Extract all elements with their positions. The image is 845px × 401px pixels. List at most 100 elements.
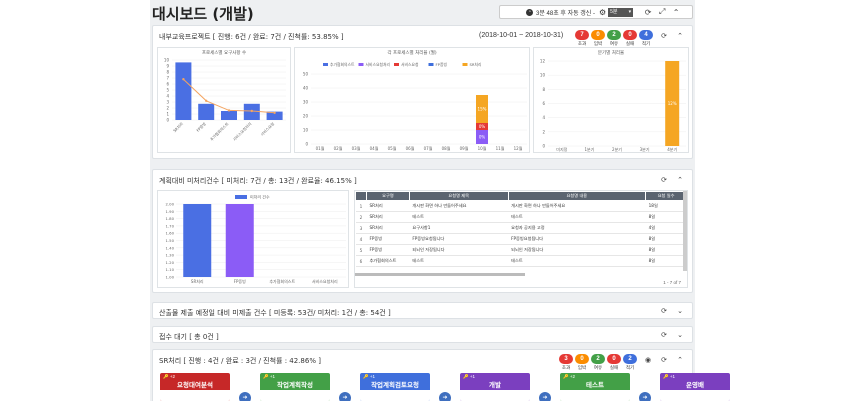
badge-count: 0 [591,30,605,40]
table-cell: SR처리 [366,200,410,212]
status-badge[interactable]: 3 초과 [559,354,573,371]
table-cell: FP증빙 [366,233,410,245]
card-body [560,390,630,401]
chevron-down-icon[interactable]: ⌄ [672,307,688,315]
eye-icon[interactable]: ◉ [640,356,656,364]
table-row[interactable]: 6 추가협회의스트 테스트 테스트 8일 [355,255,687,267]
project-summary: 내부교육프로젝트 [ 진행: 6건 / 완료: 7건 / 진척률: 53.85%… [159,33,344,41]
table-row[interactable]: 3 SR처리 요구사항1 요청자 공지용 고정 4일 [355,222,687,234]
kanban-card[interactable]: 🔑 +1 작업계획작성 [260,373,330,401]
unprocessed-table: 요구명 요청명 제목 요청명 내용 요청 일수 1 SR처리 개시판 화면 하나 만… [354,190,688,288]
chevron-up-icon[interactable]: ⌃ [672,32,688,40]
y-tick-label: 1.30 [166,253,175,258]
status-badge[interactable]: 0 임박 [575,354,589,371]
trend-point [250,109,253,113]
card-title: 작업계획작성 [277,381,313,389]
data-label: 15% [478,107,487,112]
y-tick-label: 7 [166,76,169,81]
x-tick-label: FP증빙 [195,121,207,133]
clock-icon: ◔ [526,8,533,16]
data-label: 12% [668,101,677,106]
refresh-icon[interactable]: ⟳ [656,32,672,40]
x-tick-label: 서비스요청 [259,121,275,137]
dashboard: 대시보드 (개발) ◔ 3분 48초 후 자동 갱신 - ⚙ 5분 ⟳ ⤢ ⌃ … [150,0,730,401]
col-header[interactable]: 요청명 내용 [507,191,647,201]
status-badge[interactable]: 0 임박 [591,30,605,47]
expand-icon[interactable]: ⤢ [655,7,669,17]
legend-label: FP증빙 [436,62,448,67]
interval-select[interactable]: 5분 [608,7,634,17]
table-cell: 요청자 공지용 고정 [508,222,646,234]
kanban-card[interactable]: 🔑 +1 개발 [460,373,530,401]
y-tick-label: 4 [542,115,545,120]
table-row[interactable]: 1 SR처리 개시판 화면 하나 만들어주세요 개시판 화면 하나 만들어주세요 18일 [355,200,687,212]
legend-swatch [462,63,468,66]
col-header[interactable]: 요청 일수 [645,191,687,201]
table-row[interactable]: 2 SR처리 테스트 테스트 8일 [355,211,687,223]
transition-icon[interactable]: ➜ [439,392,451,401]
kanban-card[interactable]: 🔑 +2 테스트 [560,373,630,401]
status-badge[interactable]: 0 실패 [623,30,637,47]
x-tick-label: 4분기 [667,146,677,152]
table-cell: 3 [355,222,367,234]
card-badge: 🔑 +1 [663,374,675,379]
transition-icon[interactable]: ➜ [239,392,251,401]
table-cell: 4 [355,233,367,245]
transition-icon[interactable]: ➜ [339,392,351,401]
table-cell: 테스트 [409,255,509,267]
table-cell: 6 [355,255,367,267]
horizontal-scrollbar[interactable] [355,273,525,276]
kanban-card[interactable]: 🔑 +1 운영배 [660,373,730,401]
refresh-icon[interactable]: ⟳ [656,176,672,184]
y-tick-label: 1.10 [166,267,175,272]
status-badge[interactable]: 7 초과 [575,30,589,47]
refresh-icon[interactable]: ⟳ [656,356,672,364]
status-badges: 3 초과 0 임박 2 여유 0 실패 2 적기 [559,354,639,371]
kanban-card[interactable]: 🔑 +1 작업계획검토요청 [360,373,430,401]
badge-count: 0 [607,354,621,364]
gear-icon[interactable]: ⚙ [599,8,606,17]
table-cell: 테스트 [409,211,509,223]
chevron-down-icon[interactable]: ⌄ [672,331,688,339]
y-tick-label: 40 [303,86,309,91]
refresh-icon[interactable]: ⟳ [656,331,672,339]
vertical-scrollbar[interactable] [683,191,687,271]
legend-swatch [235,195,247,199]
status-badge[interactable]: 2 여유 [591,354,605,371]
collapse-icon[interactable]: ⌃ [669,8,683,17]
x-tick-label: 미지정 [556,146,567,152]
col-header[interactable]: 요청명 제목 [408,191,509,201]
bar [183,204,212,277]
badge-count: 2 [591,354,605,364]
y-tick-label: 10 [164,58,170,63]
transition-icon[interactable]: ➜ [639,392,651,401]
card-badge: 🔑 +2 [563,374,575,379]
refresh-icon[interactable]: ⟳ [656,307,672,315]
y-tick-label: 30 [303,100,309,105]
col-header[interactable]: 요구명 [365,191,410,201]
x-tick-label: 1분기 [584,146,594,152]
status-badge[interactable]: 0 실패 [607,354,621,371]
y-tick-label: 2.00 [166,202,175,207]
legend-swatch [323,63,328,66]
transition-icon[interactable]: ➜ [539,392,551,401]
bar [225,204,254,277]
deliverables-summary: 산출물 제출 예정일 대비 미제출 건수 [ 미등록: 53건/ 미처리: 1건… [159,309,391,317]
chevron-up-icon[interactable]: ⌃ [672,356,688,364]
table-row[interactable]: 4 FP증빙 FP증빙요청됩니다 FP증빙요청됩니다 8일 [355,233,687,245]
table-row[interactable]: 5 FP증빙 되뇌인 저장됩니다 되뇌인 저장됩니다 8일 [355,244,687,256]
table-cell: 8일 [645,211,687,223]
table-cell: 되뇌인 저장됩니다 [409,244,509,256]
chevron-up-icon[interactable]: ⌃ [672,176,688,184]
status-badge[interactable]: 4 적기 [639,30,653,47]
deliverables-panel: 산출물 제출 예정일 대비 미제출 건수 [ 미등록: 53건/ 미처리: 1건… [152,302,693,319]
x-tick-label: 12월 [514,145,523,151]
refresh-icon[interactable]: ⟳ [641,8,655,17]
status-badge[interactable]: 2 적기 [623,354,637,371]
table-cell: FP증빙요청됩니다 [409,233,509,245]
status-badge[interactable]: 2 여유 [607,30,621,47]
kanban-card[interactable]: 🔑 +2 요청대여분석 [160,373,230,401]
legend-label: 추가협회의스트 [330,62,355,67]
badge-label: 임박 [577,365,587,370]
y-tick-label: 1.40 [166,245,175,250]
